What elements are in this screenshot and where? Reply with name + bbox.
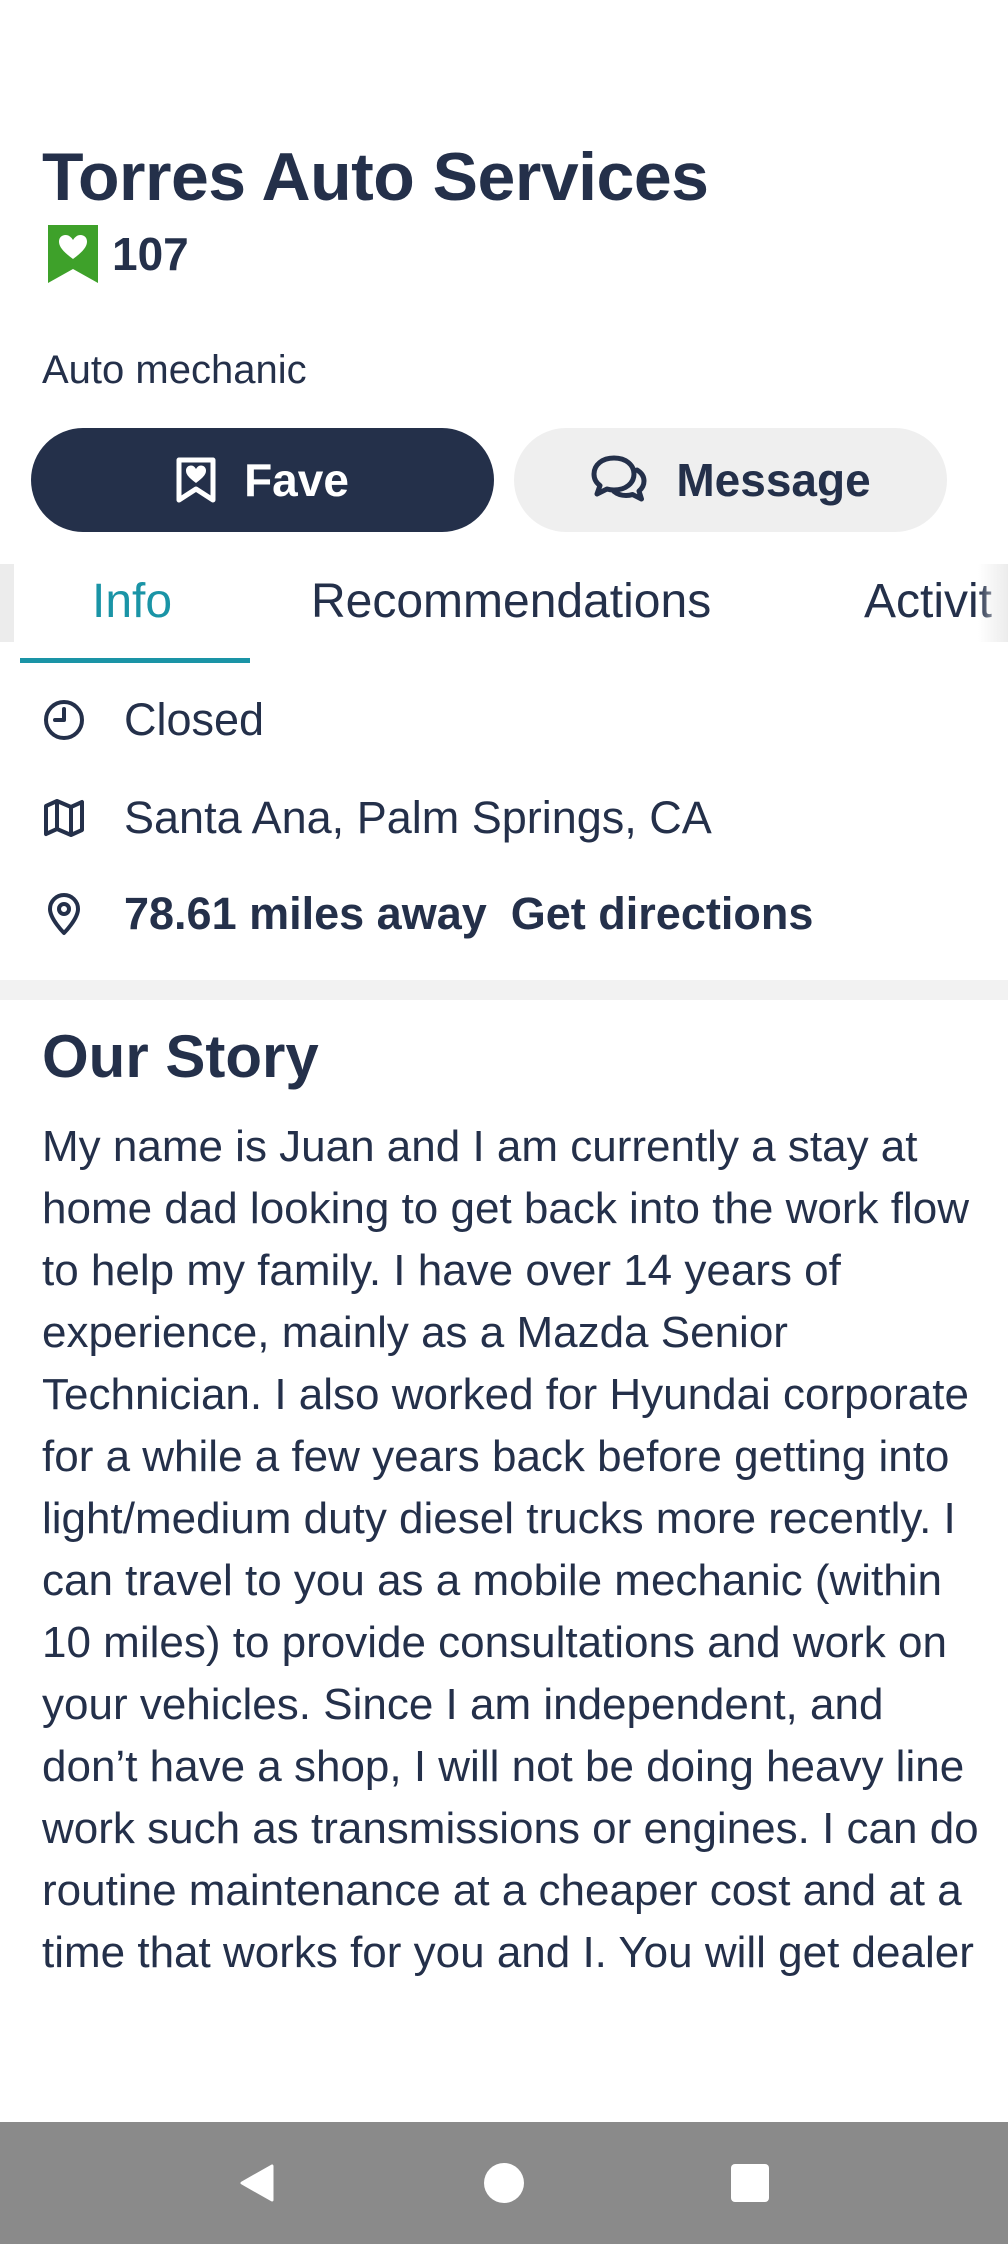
tab-bar: Info Recommendations Activit	[0, 562, 1008, 666]
hours-status: Closed	[124, 694, 265, 745]
message-button-label: Message	[676, 454, 871, 506]
business-category: Auto mechanic	[42, 348, 307, 392]
business-name: Torres Auto Services	[42, 139, 709, 215]
bookmark-heart-icon	[176, 457, 216, 503]
distance-text: 78.61 miles away	[124, 888, 487, 939]
fave-button[interactable]: Fave	[31, 428, 494, 532]
home-icon[interactable]	[482, 2161, 526, 2205]
chat-bubbles-icon	[591, 455, 647, 502]
story-text: My name is Juan and I am currently a sta…	[42, 1122, 979, 1977]
message-button[interactable]: Message	[514, 428, 947, 532]
map-pin-icon	[48, 893, 80, 935]
fave-count-number: 107	[112, 228, 189, 280]
fave-count: 107	[48, 225, 189, 283]
fave-button-label: Fave	[244, 454, 349, 506]
tab-selected-indicator	[20, 658, 250, 663]
back-icon[interactable]	[236, 2161, 280, 2205]
tab-recommendations[interactable]: Recommendations	[311, 574, 711, 629]
hours-status-row: Closed	[42, 690, 264, 750]
section-divider	[0, 980, 1008, 1000]
tab-scroll-fade-left	[0, 564, 14, 642]
tab-info[interactable]: Info	[92, 574, 172, 629]
recent-apps-icon[interactable]	[728, 2161, 772, 2205]
tab-scroll-fade-right	[978, 564, 1008, 642]
tab-activity[interactable]: Activit	[864, 574, 992, 629]
heart-bookmark-icon	[48, 225, 98, 283]
distance-row: 78.61 miles away Get directions	[42, 884, 813, 944]
location-row: Santa Ana, Palm Springs, CA	[42, 788, 712, 848]
clock-icon	[44, 700, 84, 740]
map-icon	[44, 799, 84, 837]
story-heading: Our Story	[42, 1023, 319, 1090]
location-text: Santa Ana, Palm Springs, CA	[124, 792, 712, 843]
get-directions-link[interactable]: Get directions	[511, 888, 814, 940]
system-navigation-bar	[0, 2122, 1008, 2244]
